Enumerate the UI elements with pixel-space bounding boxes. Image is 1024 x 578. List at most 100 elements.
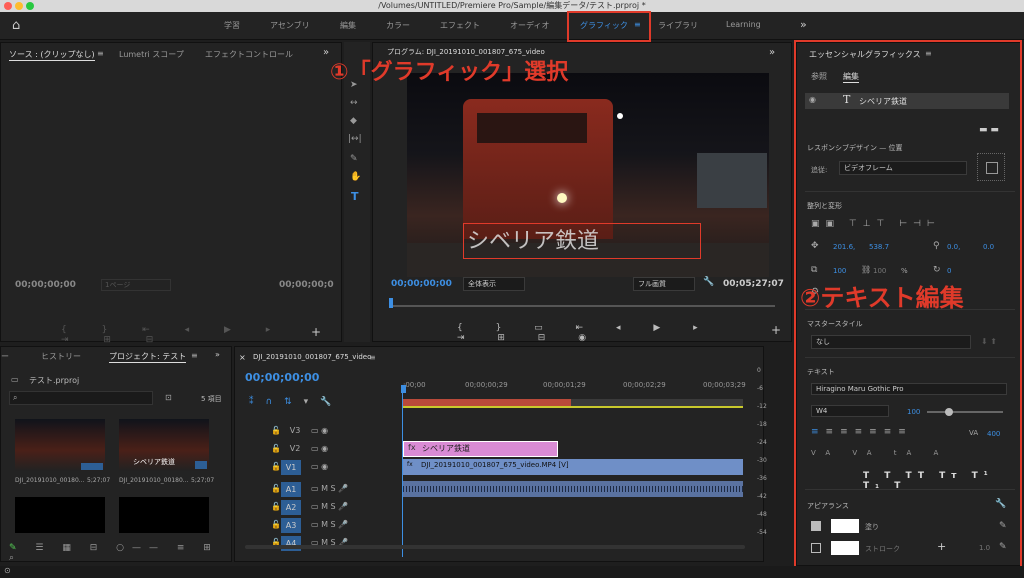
- track-label-a1[interactable]: A1: [281, 482, 301, 497]
- program-timecode-right: 00;05;27;07: [723, 279, 784, 289]
- window-title: /Volumes/UNTITLED/Premiere Pro/Sample/編集…: [378, 1, 646, 10]
- track-label-a2[interactable]: A2: [281, 500, 301, 515]
- render-status-line: [403, 406, 743, 408]
- minimize-window-icon[interactable]: [15, 2, 23, 10]
- razor-tool-icon[interactable]: ◆: [350, 116, 357, 126]
- track-select-tool-icon[interactable]: ↔: [350, 98, 358, 108]
- annotation-step1: ①「グラフィック」選択: [330, 60, 569, 85]
- track-label-v1[interactable]: V1: [281, 460, 301, 475]
- track-header-v1[interactable]: 🔓 V1 ▭ ◉: [271, 459, 401, 477]
- program-text-overlay[interactable]: シベリア鉄道: [467, 223, 599, 255]
- tab-project[interactable]: プロジェクト: テスト: [109, 351, 187, 363]
- tab-info[interactable]: ー: [1, 351, 9, 362]
- work-area-bar[interactable]: [403, 399, 743, 408]
- train-right: [697, 153, 767, 208]
- station-light: [617, 113, 623, 119]
- source-transport-controls[interactable]: { } ⇤ ◂ ▶ ▸ ⇥ ⊞ ⊟: [61, 325, 301, 345]
- pen-tool-icon[interactable]: ✎: [350, 154, 358, 164]
- status-bar: ⊙: [0, 566, 1024, 578]
- playhead-handle[interactable]: [401, 385, 406, 393]
- timeline-tools[interactable]: ⁑∩⇅▾🔧: [249, 397, 369, 407]
- track-header-a1[interactable]: 🔓 A1 ▭ M S 🎤: [271, 481, 401, 499]
- workspace-tab-learning[interactable]: Learning: [726, 20, 761, 29]
- timeline-timecode[interactable]: 00;00;00;00: [245, 371, 319, 384]
- video-clip[interactable]: fx DJI_20191010_001807_675_video.MP4 [V]: [403, 459, 743, 475]
- tab-source[interactable]: ソース : (クリップなし): [9, 49, 95, 61]
- status-icon[interactable]: ⊙: [4, 566, 11, 575]
- graphic-clip-label: シベリア鉄道: [422, 444, 470, 453]
- ruler-label-1: 00;00;00;29: [465, 381, 508, 389]
- workspace-tab-edit[interactable]: 編集: [340, 20, 356, 31]
- close-window-icon[interactable]: [4, 2, 12, 10]
- project-more-icon[interactable]: »: [215, 350, 220, 359]
- source-add-button-icon[interactable]: +: [311, 325, 321, 339]
- train-headlight: [557, 193, 567, 203]
- settings-wrench-icon[interactable]: 🔧: [703, 277, 714, 287]
- zoom-window-icon[interactable]: [26, 2, 34, 10]
- timeline-sequence-tab[interactable]: DJI_20191010_001807_675_video: [253, 353, 371, 361]
- source-panel: ソース : (クリップなし) ≡ Lumetri スコープ エフェクトコントロー…: [0, 42, 342, 345]
- timeline-menu-icon[interactable]: ≡: [369, 353, 376, 362]
- program-timecode-left[interactable]: 00;00;00;00: [391, 279, 452, 289]
- program-scrubber[interactable]: [391, 305, 775, 307]
- more-workspaces-icon[interactable]: »: [800, 18, 807, 31]
- panel-menu-icon[interactable]: ≡: [97, 49, 104, 58]
- program-more-icon[interactable]: »: [769, 47, 775, 58]
- clip-duration-1: 5;27;07: [87, 477, 111, 484]
- track-header-a2[interactable]: 🔓 A2 ▭ M S 🎤: [271, 499, 401, 517]
- project-item-count: 5 項目: [201, 395, 222, 403]
- project-file-name: テスト.prproj: [29, 376, 80, 385]
- workspace-tab-effects[interactable]: エフェクト: [440, 20, 480, 31]
- program-playhead[interactable]: [389, 298, 393, 308]
- type-tool-icon[interactable]: T: [351, 190, 359, 203]
- program-transport-controls[interactable]: { } ▭ ⇤ ◂ ▶ ▸ ⇥ ⊞ ⊟ ◉: [457, 323, 727, 343]
- clip-thumbnail-2[interactable]: シベリア鉄道: [119, 419, 209, 471]
- track-label-v2[interactable]: V2: [285, 444, 305, 453]
- timeline-panel: × DJI_20191010_001807_675_video ≡ 00;00;…: [234, 346, 767, 562]
- tab-history[interactable]: ヒストリー: [41, 351, 81, 362]
- workspace-tab-audio[interactable]: オーディオ: [510, 20, 549, 31]
- program-monitor: プログラム: DJI_20191010_001807_675_video シベリ…: [372, 42, 792, 343]
- timeline-horizontal-scrollbar[interactable]: [245, 545, 745, 549]
- tab-effect-controls[interactable]: エフェクトコントロール: [205, 49, 293, 60]
- new-bin-icon[interactable]: ⊡: [165, 393, 172, 402]
- track-label-a3[interactable]: A3: [281, 518, 301, 533]
- project-footer-toolbar[interactable]: ✎ ☰ ▦ ⊟ ○—— ≡ ⊞ ⌕: [9, 543, 233, 563]
- clip-thumbnail-3[interactable]: [15, 497, 105, 533]
- audio-clip[interactable]: [403, 481, 743, 497]
- workspace-tab-libraries[interactable]: ライブラリ: [658, 20, 698, 31]
- track-header-a3[interactable]: 🔓 A3 ▭ M S 🎤: [271, 517, 401, 535]
- meter-18: -18: [757, 421, 767, 428]
- program-video-frame[interactable]: シベリア鉄道: [407, 73, 769, 277]
- title-bar: /Volumes/UNTITLED/Premiere Pro/Sample/編集…: [0, 0, 1024, 12]
- annotation-step2: ②テキスト編集: [800, 284, 964, 312]
- track-header-a4[interactable]: 🔓 A4 ▭ M S 🎤: [271, 535, 401, 553]
- quality-dropdown[interactable]: フル画質: [633, 277, 695, 291]
- project-search-input[interactable]: ⌕: [9, 391, 153, 405]
- workspace-tab-learn[interactable]: 学習: [224, 20, 240, 31]
- graphic-clip[interactable]: fx シベリア鉄道: [403, 441, 558, 457]
- project-panel: ー ヒストリー プロジェクト: テスト ≡ » ▭ テスト.prproj ⌕ ⊡…: [0, 346, 233, 563]
- fx-icon: fx: [408, 443, 416, 452]
- track-header-v3[interactable]: 🔓 V3 ▭ ◉: [271, 423, 401, 441]
- clip-duration-2: 5;27;07: [191, 477, 215, 484]
- source-timecode-left[interactable]: 00;00;00;00: [15, 280, 76, 290]
- more-panels-icon[interactable]: »: [323, 47, 329, 58]
- zoom-dropdown[interactable]: 全体表示: [463, 277, 525, 291]
- track-label-v3[interactable]: V3: [285, 426, 305, 435]
- home-icon[interactable]: ⌂: [12, 18, 20, 33]
- track-header-v2[interactable]: 🔓 V2 ▭ ◉: [271, 441, 401, 459]
- timeline-close-icon[interactable]: ×: [239, 353, 246, 362]
- slip-tool-icon[interactable]: |↔|: [348, 134, 362, 144]
- source-page-dropdown[interactable]: 1ページ: [101, 279, 171, 291]
- project-menu-icon[interactable]: ≡: [191, 351, 198, 360]
- program-add-button-icon[interactable]: +: [771, 323, 781, 337]
- tab-lumetri-scopes[interactable]: Lumetri スコープ: [119, 49, 184, 60]
- thumb-caption: シベリア鉄道: [133, 458, 175, 466]
- track-headers: 🔓 V3 ▭ ◉ 🔓 V2 ▭ ◉ 🔓 V1 ▭ ◉ 🔓 A1 ▭ M S 🎤 🔓 A2 ▭ M S…: [235, 423, 401, 553]
- hand-tool-icon[interactable]: ✋: [350, 172, 361, 182]
- clip-thumbnail-4[interactable]: [119, 497, 209, 533]
- workspace-tab-color[interactable]: カラー: [386, 20, 410, 31]
- workspace-tab-assembly[interactable]: アセンブリ: [270, 20, 310, 31]
- search-icon: ⌕: [13, 393, 18, 402]
